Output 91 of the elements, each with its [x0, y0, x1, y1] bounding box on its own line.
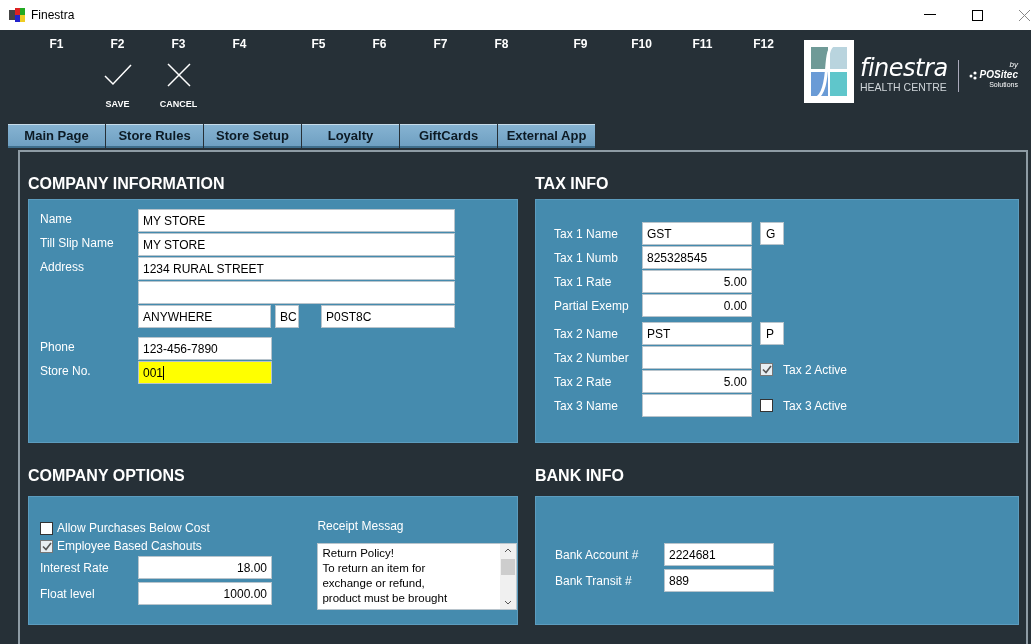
text-field[interactable]: P0ST8C [321, 305, 455, 328]
checkbox-label: Allow Purchases Below Cost [57, 521, 210, 535]
checkbox[interactable] [760, 363, 773, 376]
text-field[interactable]: 889 [664, 569, 774, 592]
field-label: Store No. [40, 363, 92, 378]
text-field[interactable]: 123-456-7890 [138, 337, 272, 360]
text-field[interactable]: 825328545 [642, 246, 752, 269]
text-field[interactable]: 001 [138, 361, 272, 384]
function-key-label: F11 [692, 37, 713, 51]
text-field[interactable]: BC [275, 305, 299, 328]
field-label: Tax 1 Name [554, 226, 620, 241]
text-field[interactable]: 0.00 [642, 294, 752, 317]
text-field[interactable]: ANYWHERE [138, 305, 271, 328]
text-field[interactable]: GST [642, 222, 752, 245]
text-field[interactable]: 5.00 [642, 370, 752, 393]
checkbox-label: Tax 3 Active [783, 398, 848, 413]
text-field[interactable]: MY STORE [138, 209, 455, 232]
tab[interactable]: Main Page [8, 124, 105, 148]
function-key-label: F7 [433, 37, 448, 51]
field-label: Tax 3 Name [554, 398, 620, 413]
code-field[interactable]: P [760, 322, 784, 345]
field-label: Bank Transit # [555, 573, 633, 588]
field-label: Tax 2 Number [554, 350, 630, 365]
dots-logo-icon [968, 69, 978, 81]
function-key-label: F10 [631, 37, 652, 51]
function-key-button[interactable]: SAVE [105, 99, 130, 109]
field-label: Address [40, 259, 86, 274]
scroll-down-icon[interactable] [504, 600, 512, 605]
function-key-label: F12 [753, 37, 774, 51]
section-heading: COMPANY OPTIONS [28, 466, 186, 486]
field-label: Phone [40, 339, 76, 354]
function-key-label: F8 [494, 37, 509, 51]
text-field[interactable]: MY STORE [138, 233, 455, 256]
text-area[interactable]: Return Policy! To return an item for exchange or refund, product must be brought [317, 543, 517, 610]
function-key-label: F2 [110, 37, 125, 51]
checkmark-icon[interactable] [103, 63, 132, 87]
minimize-icon[interactable] [924, 14, 936, 16]
checkbox[interactable] [40, 521, 53, 535]
logo-by-text: by [1009, 61, 1018, 69]
field-label: Bank Account # [555, 547, 640, 562]
section-heading: TAX INFO [535, 174, 610, 194]
close-icon[interactable] [1019, 9, 1030, 21]
logo-wordmark: finestra [860, 56, 948, 81]
tab[interactable]: Loyalty [302, 124, 399, 148]
app-icon [9, 8, 25, 22]
text-field[interactable]: 18.00 [138, 556, 272, 579]
function-key-label: F5 [311, 37, 326, 51]
logo-subtitle: HEALTH CENTRE [860, 82, 948, 93]
field-label: Till Slip Name [40, 235, 115, 250]
text-field[interactable] [642, 394, 752, 417]
text-field[interactable]: PST [642, 322, 752, 345]
section-heading: COMPANY INFORMATION [28, 174, 226, 194]
cross-icon[interactable] [166, 63, 191, 87]
function-key-label: F4 [232, 37, 247, 51]
logo-mark-icon [804, 40, 854, 103]
function-key-button[interactable]: CANCEL [159, 99, 198, 109]
window-title: Finestra [31, 8, 75, 22]
text-field[interactable]: 2224681 [664, 543, 774, 566]
function-key-label: F6 [372, 37, 387, 51]
tab[interactable]: GiftCards [400, 124, 497, 148]
scrollbar[interactable] [500, 544, 516, 609]
code-field[interactable]: G [760, 222, 784, 245]
text-field[interactable] [642, 346, 752, 369]
scroll-up-icon[interactable] [504, 548, 512, 553]
text-field[interactable]: 1000.00 [138, 582, 272, 605]
function-key-label: F9 [573, 37, 588, 51]
field-label: Name [40, 211, 73, 226]
field-label: Tax 1 Rate [554, 274, 613, 289]
scrollbar-thumb[interactable] [501, 559, 515, 575]
text-field[interactable]: 1234 RURAL STREET [138, 257, 455, 280]
field-label: Interest Rate [40, 560, 110, 575]
field-label: Tax 2 Name [554, 326, 620, 341]
checkbox[interactable] [760, 399, 773, 412]
checkbox[interactable] [40, 539, 53, 553]
text-field[interactable] [138, 281, 455, 304]
tab[interactable]: External App [498, 124, 595, 148]
tab[interactable]: Store Setup [204, 124, 301, 148]
field-label: Tax 1 Numb [554, 250, 620, 265]
maximize-icon[interactable] [972, 9, 983, 21]
field-label: Receipt Messag [317, 519, 405, 533]
field-label: Tax 2 Rate [554, 374, 613, 389]
text-field[interactable]: 5.00 [642, 270, 752, 293]
function-key-label: F3 [171, 37, 186, 51]
field-label: Partial Exemp [554, 298, 630, 313]
field-label: Float level [40, 586, 96, 601]
tab[interactable]: Store Rules [106, 124, 203, 148]
checkbox-label: Employee Based Cashouts [57, 539, 202, 553]
checkbox-label: Tax 2 Active [783, 362, 848, 377]
maker-wordmark: POSitec [979, 70, 1018, 80]
section-heading: BANK INFO [535, 466, 625, 486]
function-key-label: F1 [49, 37, 64, 51]
